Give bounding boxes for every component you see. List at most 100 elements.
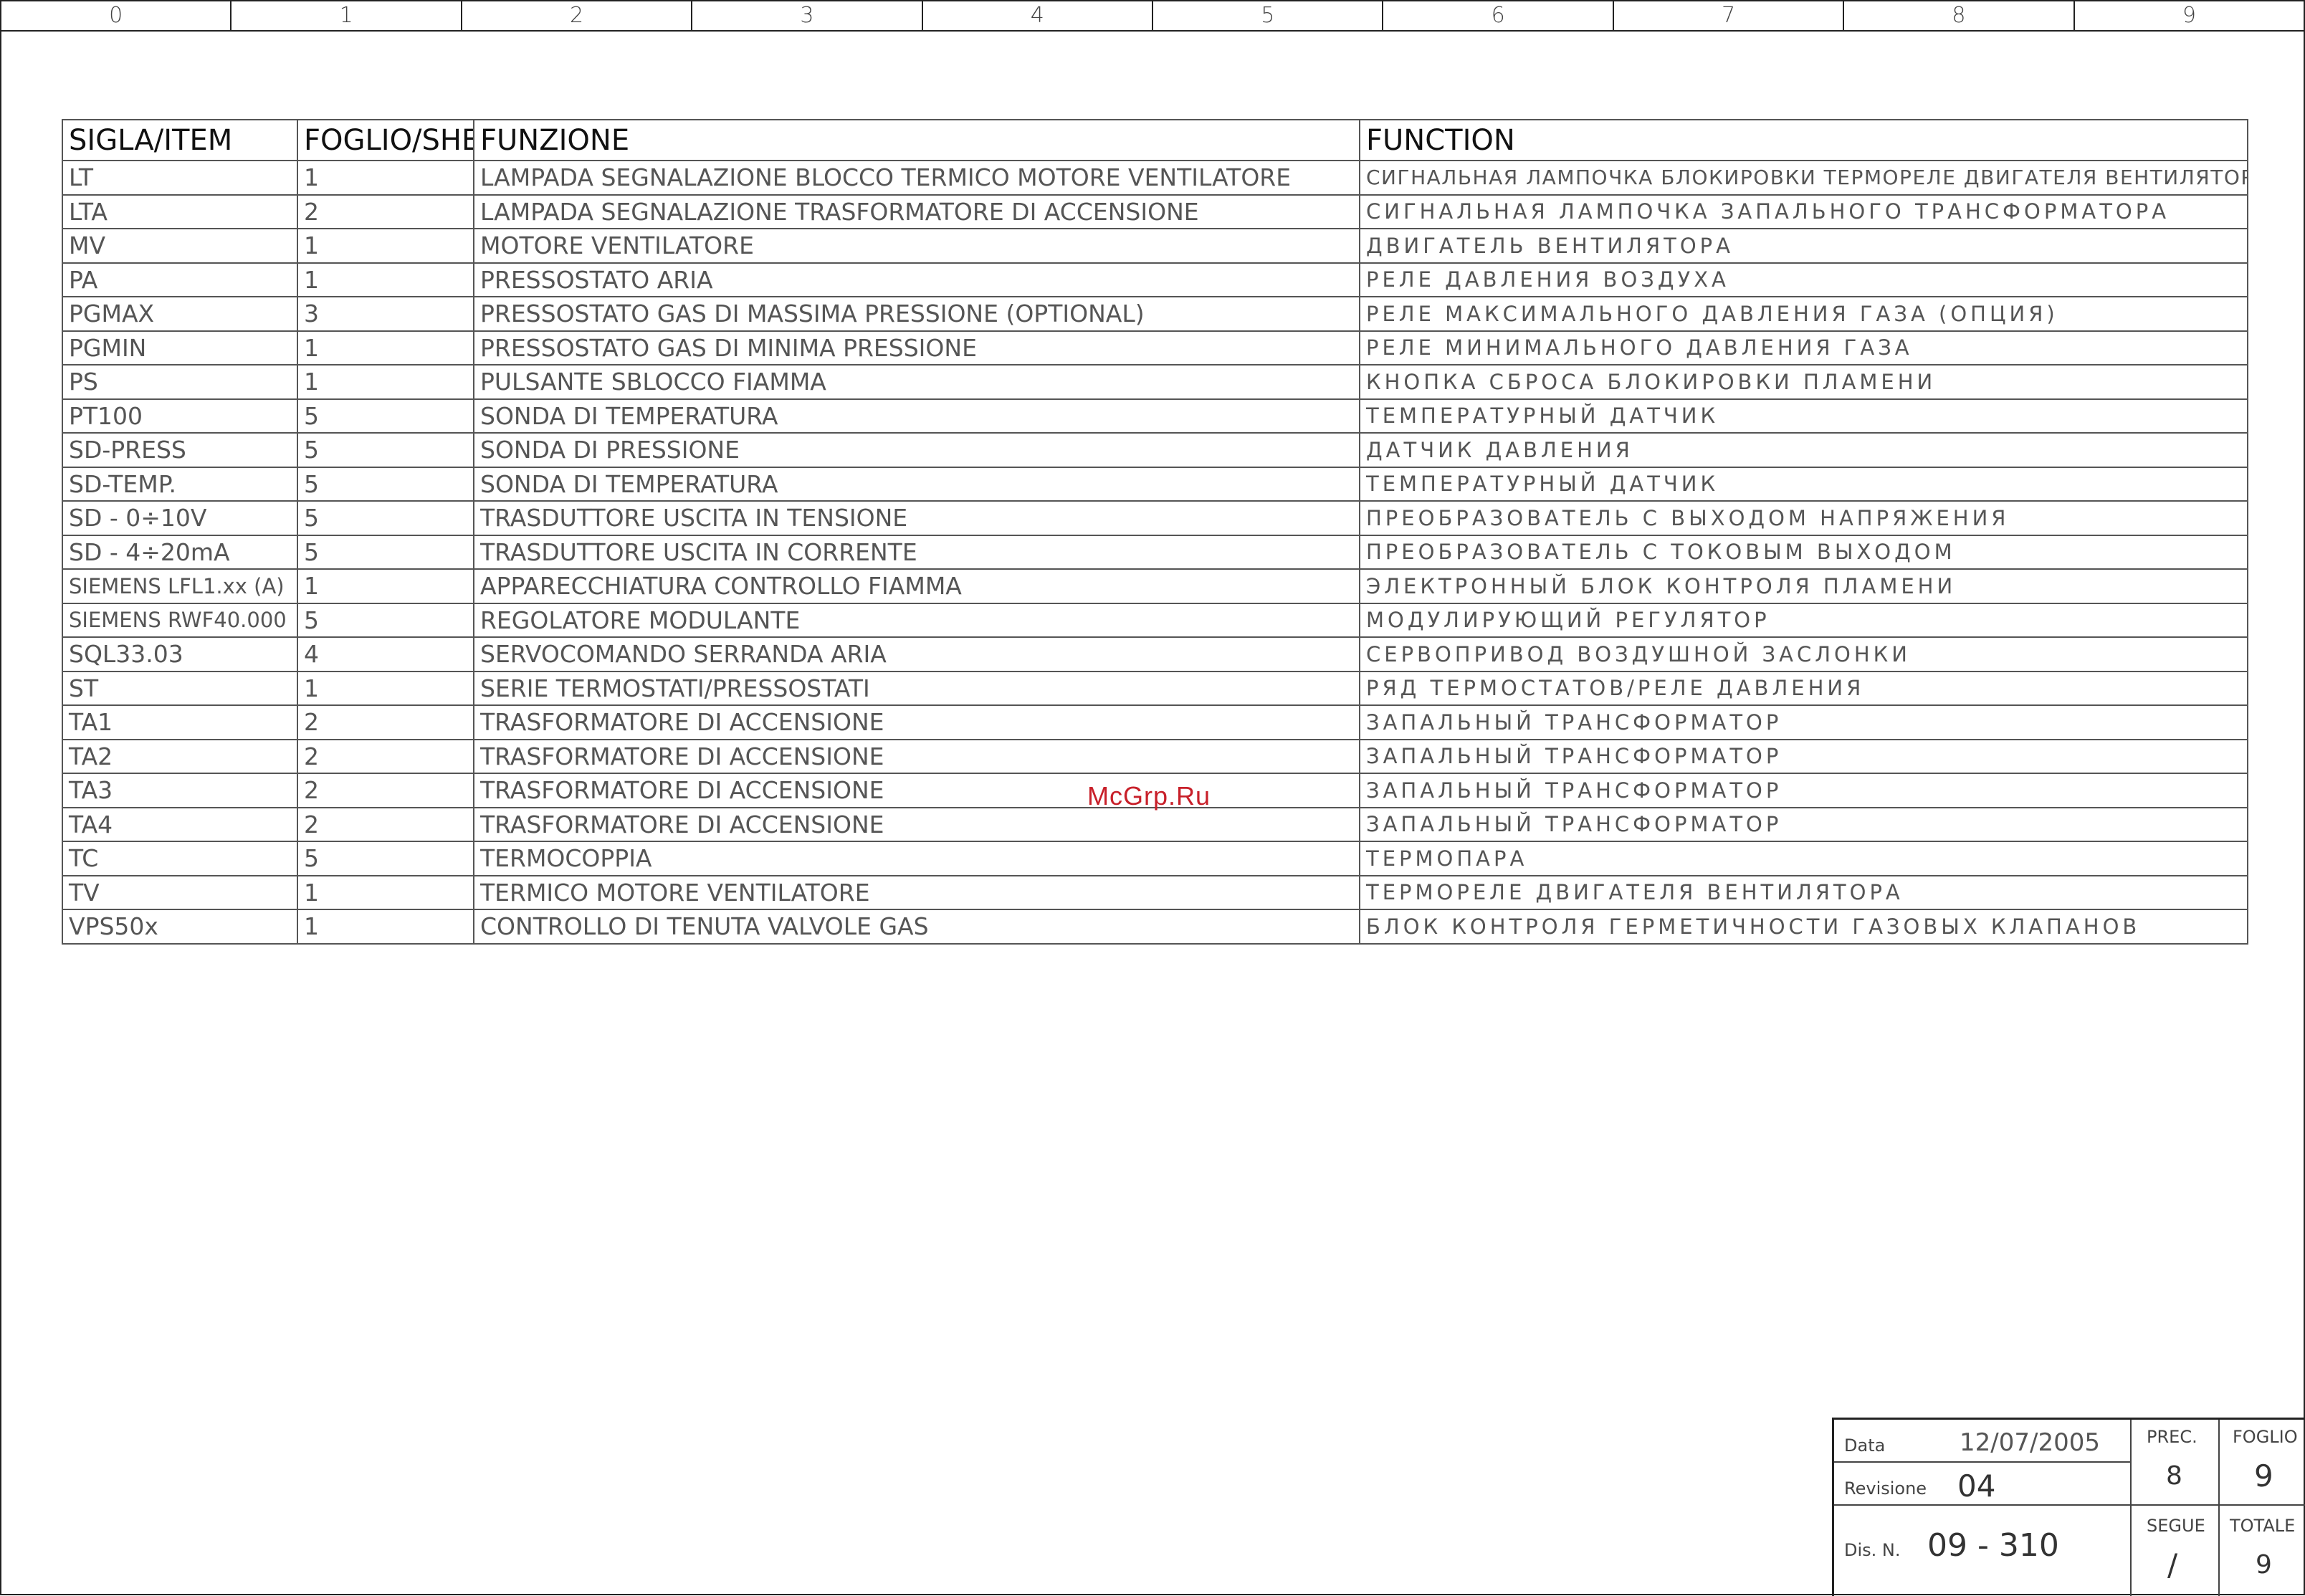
segue-label: SEGUE [2147, 1516, 2205, 1536]
cell-function: ДАТЧИК ДАВЛЕНИЯ [1359, 432, 2248, 468]
table-row: SD - 0÷10V 5 TRASDUTTORE USCITA IN TENSION… [62, 500, 2248, 536]
cell-item: MV [62, 228, 298, 264]
cell-sheet: 4 [297, 636, 474, 672]
cell-item: LTA [62, 193, 298, 229]
cell-function: СИГНАЛЬНАЯ ЛАМПОЧКА ЗАПАЛЬНОГО ТРАНСФОРМ… [1359, 193, 2248, 229]
table-row: SD-TEMP. 5 SONDA DI TEMPERATURA ТЕМПЕРАТУРН… [62, 466, 2248, 502]
ruler-cell: 3 [692, 1, 923, 30]
cell-function: МОДУЛИРУЮЩИЙ РЕГУЛЯТОР [1359, 602, 2248, 638]
table-row: LTA 2 LAMPADA SEGNALAZIONE TRASFORMATORE D… [62, 193, 2248, 229]
cell-item: PT100 [62, 398, 298, 434]
cell-item: LT [62, 160, 298, 196]
cell-item: TC [62, 841, 298, 876]
cell-sheet: 2 [297, 193, 474, 229]
date-label: Data [1844, 1435, 1886, 1456]
ruler-cell: 9 [2182, 3, 2196, 28]
table-row: LT 1 LAMPADA SEGNALAZIONE BLOCCO TERMICO M… [62, 160, 2248, 196]
cell-sheet: 1 [297, 909, 474, 945]
table-row: PT100 5 SONDA DI TEMPERATURA ТЕМПЕРАТУРНЫЙ … [62, 398, 2248, 434]
cell-funzione: PRESSOSTATO ARIA [473, 262, 1360, 297]
cell-function: БЛОК КОНТРОЛЯ ГЕРМЕТИЧНОСТИ ГАЗОВЫХ КЛАП… [1359, 909, 2248, 945]
title-block: Data 12/07/2005 Revisione 04 Dis. N. 09 … [1832, 1418, 2305, 1596]
header-function: FUNCTION [1359, 119, 2248, 161]
table-body: LT 1 LAMPADA SEGNALAZIONE BLOCCO TERMICO M… [62, 160, 2248, 945]
table-row: PGMIN 1 PRESSOSTATO GAS DI MINIMA PRESSION… [62, 330, 2248, 365]
cell-function: ПРЕОБРАЗОВАТЕЛЬ С ВЫХОДОМ НАПРЯЖЕНИЯ [1359, 500, 2248, 536]
revision-label: Revisione [1844, 1478, 1927, 1499]
table-row: TA4 2 TRASFORMATORE DI ACCENSIONE ЗАПАЛЬНЫЙ… [62, 806, 2248, 842]
cell-sheet: 2 [297, 806, 474, 842]
cell-sheet: 1 [297, 160, 474, 196]
cell-funzione: LAMPADA SEGNALAZIONE TRASFORMATORE DI AC… [473, 193, 1360, 229]
cell-funzione: TRASDUTTORE USCITA IN TENSIONE [473, 500, 1360, 536]
cell-function: ЗАПАЛЬНЫЙ ТРАНСФОРМАТОР [1359, 806, 2248, 842]
cell-funzione: SONDA DI TEMPERATURA [473, 398, 1360, 434]
cell-item: SQL33.03 [62, 636, 298, 672]
cell-funzione: PULSANTE SBLOCCO FIAMMA [473, 364, 1360, 400]
cell-item: ST [62, 670, 298, 706]
cell-item: PA [62, 262, 298, 297]
cell-sheet: 2 [297, 738, 474, 774]
cell-item: PGMAX [62, 296, 298, 332]
table-row: SD-PRESS 5 SONDA DI PRESSIONE ДАТЧИК ДАВЛЕН… [62, 432, 2248, 468]
drawing-sheet: 0 1 2 3 4 5 6 7 8 9 SIGLA/ITEM FOGLIO/SH… [0, 0, 2305, 1596]
ruler-cell: 1 [232, 1, 462, 30]
column-ruler: 0 1 2 3 4 5 6 7 8 9 [1, 1, 2304, 32]
cell-item: VPS50x [62, 909, 298, 945]
ruler-cell: 0 [1, 1, 232, 30]
table-row: ST 1 SERIE TERMOSTATI/PRESSOSTATI РЯД ТЕРМО… [62, 670, 2248, 706]
cell-item: SD - 0÷10V [62, 500, 298, 536]
segue-value: / [2167, 1547, 2178, 1582]
cell-sheet: 5 [297, 534, 474, 570]
cell-function: СЕРВОПРИВОД ВОЗДУШНОЙ ЗАСЛОНКИ [1359, 636, 2248, 672]
cell-sheet: 3 [297, 296, 474, 332]
cell-item: SD - 4÷20mA [62, 534, 298, 570]
cell-sheet: 5 [297, 432, 474, 468]
date-value: 12/07/2005 [1960, 1428, 2100, 1457]
ruler-cell: 8 [1844, 1, 2075, 30]
cell-funzione: LAMPADA SEGNALAZIONE BLOCCO TERMICO MOTO… [473, 160, 1360, 196]
cell-funzione: SONDA DI PRESSIONE [473, 432, 1360, 468]
table-header-row: SIGLA/ITEM FOGLIO/SHEET FUNZIONE FUNCTIO… [62, 119, 2248, 161]
cell-sheet: 1 [297, 262, 474, 297]
cell-funzione: APPARECCHIATURA CONTROLLO FIAMMA [473, 568, 1360, 604]
cell-function: ТЕРМОПАРА [1359, 841, 2248, 876]
totale-value: 9 [2256, 1550, 2272, 1580]
cell-funzione: TRASFORMATORE DI ACCENSIONE [473, 704, 1360, 740]
cell-sheet: 1 [297, 568, 474, 604]
foglio-value: 9 [2254, 1458, 2273, 1494]
cell-item: PS [62, 364, 298, 400]
header-item: SIGLA/ITEM [62, 119, 298, 161]
cell-funzione: REGOLATORE MODULANTE [473, 602, 1360, 638]
cell-function: СИГНАЛЬНАЯ ЛАМПОЧКА БЛОКИРОВКИ ТЕРМОРЕЛЕ… [1359, 160, 2248, 196]
cell-item: SD-TEMP. [62, 466, 298, 502]
cell-item: SIEMENS RWF40.000 [62, 602, 298, 638]
table-row: PS 1 PULSANTE SBLOCCO FIAMMA КНОПКА СБРОСА … [62, 364, 2248, 400]
cell-sheet: 5 [297, 466, 474, 502]
cell-funzione: TRASDUTTORE USCITA IN CORRENTE [473, 534, 1360, 570]
table-row: VPS50x 1 CONTROLLO DI TENUTA VALVOLE GAS БЛ… [62, 909, 2248, 945]
revision-value: 04 [1957, 1468, 1996, 1504]
cell-funzione: TRASFORMATORE DI ACCENSIONE [473, 773, 1360, 808]
cell-item: TV [62, 874, 298, 910]
cell-sheet: 1 [297, 670, 474, 706]
cell-funzione: CONTROLLO DI TENUTA VALVOLE GAS [473, 909, 1360, 945]
table-row: TA2 2 TRASFORMATORE DI ACCENSIONE ЗАПАЛЬНЫЙ… [62, 738, 2248, 774]
header-sheet: FOGLIO/SHEET [297, 119, 474, 161]
cell-sheet: 1 [297, 330, 474, 365]
cell-function: ПРЕОБРАЗОВАТЕЛЬ С ТОКОВЫМ ВЫХОДОМ [1359, 534, 2248, 570]
cell-funzione: PRESSOSTATO GAS DI MINIMA PRESSIONE [473, 330, 1360, 365]
cell-function: ТЕМПЕРАТУРНЫЙ ДАТЧИК [1359, 398, 2248, 434]
cell-item: SIEMENS LFL1.xx (A) [62, 568, 298, 604]
cell-function: КНОПКА СБРОСА БЛОКИРОВКИ ПЛАМЕНИ [1359, 364, 2248, 400]
table-row: TV 1 TERMICO MOTORE VENTILATORE ТЕРМОРЕЛЕ Д… [62, 874, 2248, 910]
cell-funzione: SERIE TERMOSTATI/PRESSOSTATI [473, 670, 1360, 706]
drawing-number-value: 09 - 310 [1927, 1527, 2059, 1564]
prec-label: PREC. [2147, 1427, 2197, 1447]
cell-funzione: TERMICO MOTORE VENTILATORE [473, 874, 1360, 910]
cell-function: ЗАПАЛЬНЫЙ ТРАНСФОРМАТОР [1359, 738, 2248, 774]
totale-label: TOTALE [2230, 1516, 2296, 1536]
ruler-cell: 6 [1383, 1, 1614, 30]
table-row: TA1 2 TRASFORMATORE DI ACCENSIONE ЗАПАЛЬНЫЙ… [62, 704, 2248, 740]
ruler-cell: 7 [1614, 1, 1845, 30]
